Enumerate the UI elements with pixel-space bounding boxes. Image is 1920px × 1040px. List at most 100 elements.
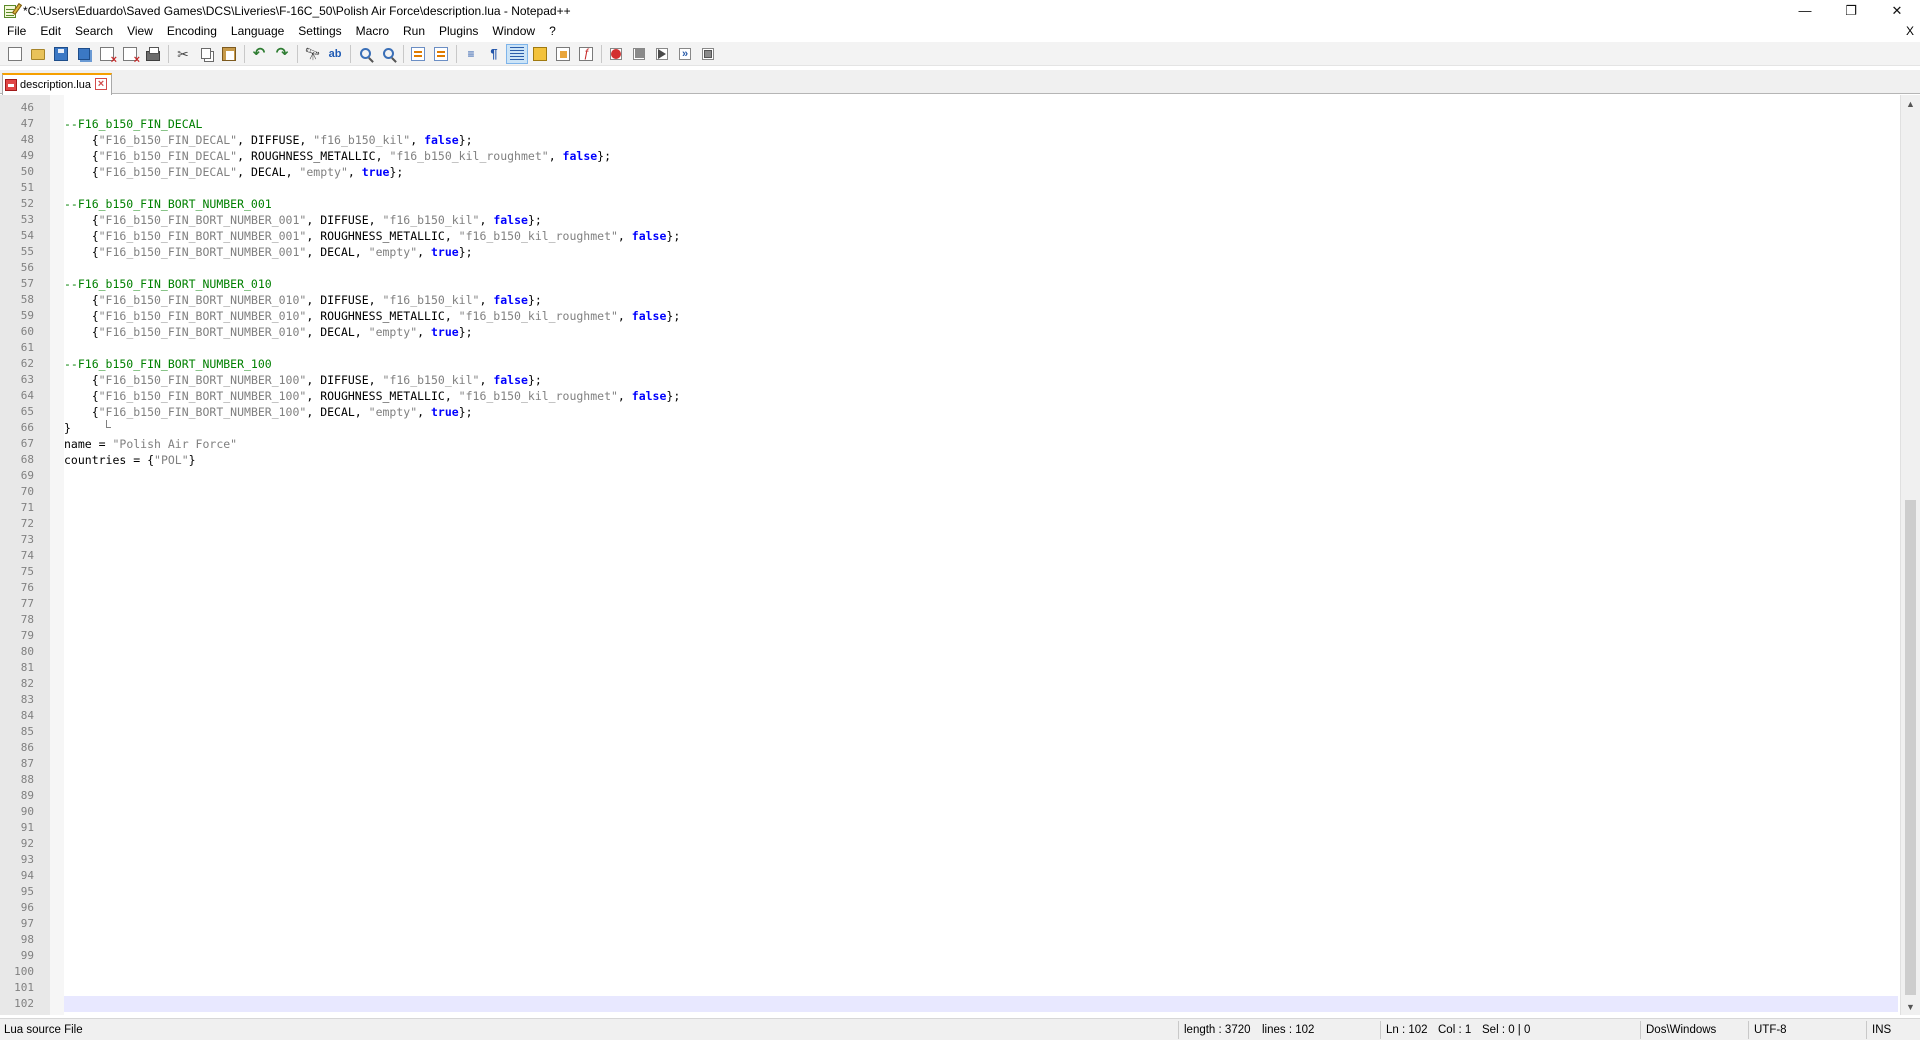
code-line[interactable]: {"F16_b150_FIN_BORT_NUMBER_010", DECAL, … <box>64 324 473 340</box>
stop-macro-button[interactable] <box>628 44 650 64</box>
zoom-in-button[interactable] <box>354 44 376 64</box>
code-area[interactable]: --F16_b150_FIN_DECAL {"F16_b150_FIN_DECA… <box>64 95 1898 1015</box>
menu-window[interactable]: Window <box>485 21 542 41</box>
code-line[interactable]: --F16_b150_FIN_BORT_NUMBER_001 <box>64 196 272 212</box>
code-line[interactable]: countries = {"POL"} <box>64 452 196 468</box>
line-number: 80 <box>20 645 34 658</box>
line-number: 64 <box>20 389 34 402</box>
code-line[interactable]: {"F16_b150_FIN_BORT_NUMBER_010", ROUGHNE… <box>64 308 681 324</box>
close-file-button[interactable] <box>96 44 118 66</box>
code-line[interactable]: {"F16_b150_FIN_BORT_NUMBER_010", DIFFUSE… <box>64 292 542 308</box>
sync-horizontal-button[interactable] <box>430 44 452 64</box>
menu-language[interactable]: Language <box>224 21 291 41</box>
line-number: 50 <box>20 165 34 178</box>
code-line[interactable]: name = "Polish Air Force" <box>64 436 237 452</box>
scroll-down-icon[interactable]: ▼ <box>1901 998 1920 1015</box>
user-language-icon <box>533 46 547 61</box>
toolbar-separator <box>168 44 169 63</box>
play-macro-button[interactable] <box>651 44 673 64</box>
record-macro-button[interactable] <box>605 44 627 64</box>
paste-button[interactable] <box>218 44 240 64</box>
save-all-button[interactable] <box>73 44 95 64</box>
code-line[interactable]: --F16_b150_FIN_BORT_NUMBER_010 <box>64 276 272 292</box>
code-line[interactable]: {"F16_b150_FIN_BORT_NUMBER_100", DIFFUSE… <box>64 372 542 388</box>
menu-encoding[interactable]: Encoding <box>160 21 224 41</box>
code-line[interactable]: {"F16_b150_FIN_BORT_NUMBER_100", ROUGHNE… <box>64 388 681 404</box>
code-token: { <box>64 133 99 147</box>
save-macro-button[interactable] <box>697 44 719 64</box>
line-number: 68 <box>20 453 34 466</box>
print-button[interactable] <box>142 44 164 64</box>
vertical-scrollbar[interactable]: ▲ ▼ <box>1900 95 1920 1015</box>
word-wrap-button[interactable]: ≡ <box>460 44 482 64</box>
menu-edit[interactable]: Edit <box>33 21 68 41</box>
menu-bar: File Edit Search View Encoding Language … <box>0 21 1920 41</box>
tab-close-icon[interactable]: × <box>95 78 107 90</box>
line-number: 60 <box>20 325 34 338</box>
indent-guide-button[interactable] <box>506 43 528 64</box>
code-token: }; <box>458 133 473 147</box>
replace-button[interactable]: ab <box>324 44 346 64</box>
maximize-button[interactable]: ❐ <box>1828 0 1874 21</box>
code-line[interactable]: {"F16_b150_FIN_DECAL", ROUGHNESS_METALLI… <box>64 148 611 164</box>
code-token: { <box>64 293 99 307</box>
code-token: { <box>64 309 99 323</box>
user-language-button[interactable] <box>529 44 551 64</box>
save-button[interactable] <box>50 44 72 64</box>
menu-search[interactable]: Search <box>68 21 120 41</box>
code-line[interactable]: } <box>64 420 71 436</box>
editor[interactable]: 46 47 48 49 50 51 52 53 54 55 56 57 58 59 60 61 62 63 64 65… <box>0 95 1920 1015</box>
minimize-button[interactable]: — <box>1782 0 1828 21</box>
code-line[interactable]: {"F16_b150_FIN_BORT_NUMBER_001", DECAL, … <box>64 244 473 260</box>
tab-description-lua[interactable]: description.lua × <box>2 73 112 95</box>
scroll-up-icon[interactable]: ▲ <box>1901 95 1920 112</box>
show-all-chars-button[interactable]: ¶ <box>483 44 505 64</box>
code-line[interactable]: {"F16_b150_FIN_BORT_NUMBER_100", DECAL, … <box>64 404 473 420</box>
code-token: false <box>631 389 667 403</box>
menu-view[interactable]: View <box>120 21 160 41</box>
menu-file[interactable]: File <box>0 21 33 41</box>
play-macro-frame <box>656 47 668 60</box>
code-token: , ROUGHNESS_METALLIC, <box>306 389 459 403</box>
sync-vertical-button[interactable] <box>407 44 429 64</box>
cut-button[interactable]: ✂ <box>172 44 194 64</box>
code-token: , DECAL, <box>306 405 369 419</box>
line-number: 49 <box>20 149 34 162</box>
line-number: 84 <box>20 709 34 722</box>
menu-plugins[interactable]: Plugins <box>432 21 485 41</box>
toolbar-separator <box>456 44 457 63</box>
document-map-button[interactable] <box>552 44 574 64</box>
zoom-out-button[interactable] <box>377 44 399 64</box>
zoom-in-icon <box>359 48 371 59</box>
new-file-button[interactable] <box>4 44 26 64</box>
menu-macro[interactable]: Macro <box>349 21 396 41</box>
close-document-button[interactable]: X <box>1906 21 1914 41</box>
zoom-out-icon <box>382 48 394 59</box>
scrollbar-thumb[interactable] <box>1905 500 1916 995</box>
status-lines: lines : 102 <box>1262 1024 1315 1036</box>
status-sel: Sel : 0 | 0 <box>1482 1024 1531 1036</box>
code-line[interactable]: --F16_b150_FIN_DECAL <box>64 116 202 132</box>
menu-help[interactable]: ? <box>542 21 563 41</box>
redo-button[interactable]: ↷ <box>271 44 293 64</box>
code-line[interactable]: {"F16_b150_FIN_DECAL", DIFFUSE, "f16_b15… <box>64 132 473 148</box>
find-button[interactable]: 🔭︎ <box>301 44 323 64</box>
code-line[interactable]: --F16_b150_FIN_BORT_NUMBER_100 <box>64 356 272 372</box>
code-line[interactable]: {"F16_b150_FIN_BORT_NUMBER_001", DIFFUSE… <box>64 212 542 228</box>
code-token: "F16_b150_FIN_BORT_NUMBER_001" <box>98 213 307 227</box>
code-token: { <box>64 213 99 227</box>
code-line[interactable]: {"F16_b150_FIN_DECAL", DECAL, "empty", t… <box>64 164 404 180</box>
undo-button[interactable]: ↶ <box>248 44 270 64</box>
code-line[interactable]: {"F16_b150_FIN_BORT_NUMBER_001", ROUGHNE… <box>64 228 681 244</box>
open-file-button[interactable] <box>27 44 49 64</box>
copy-button[interactable] <box>195 44 217 64</box>
code-token: "F16_b150_FIN_DECAL" <box>98 133 238 147</box>
run-macro-multiple-button[interactable]: » <box>674 44 696 64</box>
function-list-button[interactable] <box>575 44 597 64</box>
code-token: true <box>430 405 459 419</box>
close-all-button[interactable] <box>119 44 141 66</box>
fold-margin[interactable] <box>50 95 111 1015</box>
menu-run[interactable]: Run <box>396 21 432 41</box>
close-window-button[interactable]: ✕ <box>1874 0 1920 21</box>
menu-settings[interactable]: Settings <box>291 21 348 41</box>
